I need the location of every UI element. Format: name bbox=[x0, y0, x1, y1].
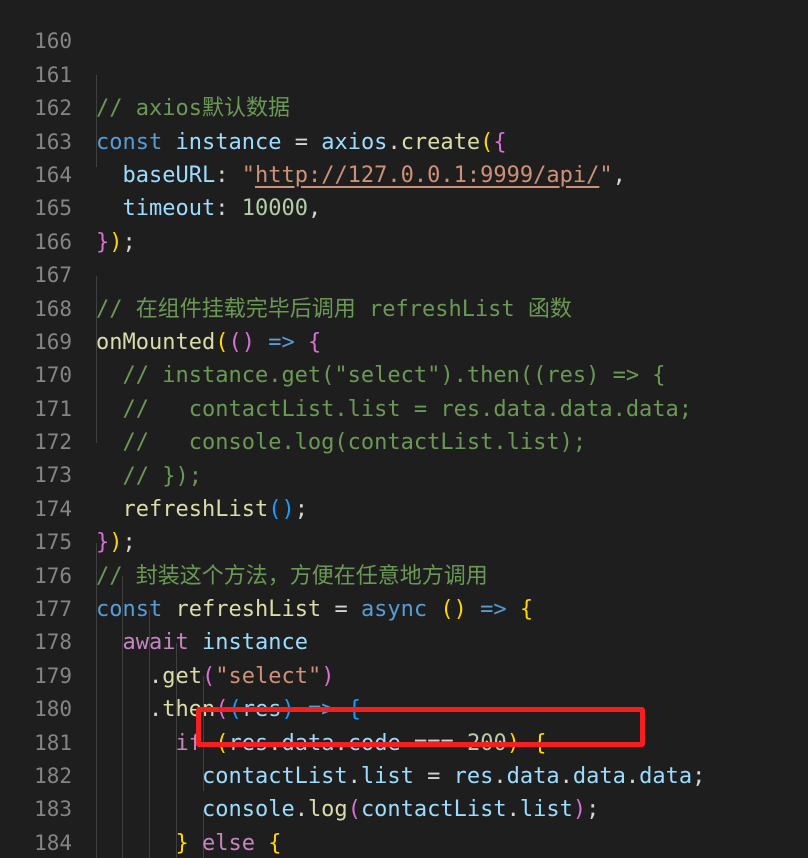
code-line[interactable]: 181 contactList.list = res.data.data.dat… bbox=[0, 693, 808, 789]
code-line[interactable]: 168 onMounted(() => { bbox=[0, 259, 808, 355]
code-line[interactable]: 176 const refreshList = async () => { bbox=[0, 526, 808, 622]
code-line[interactable]: 178 .get("select") bbox=[0, 593, 808, 688]
code-line[interactable]: 179 .then((res) => { bbox=[0, 626, 808, 722]
code-line-highlighted[interactable]: 182 console.log(contactList.list); bbox=[0, 727, 808, 822]
code-line[interactable]: 166 bbox=[0, 192, 808, 254]
code-line[interactable]: 171 // console.log(contactList.list); bbox=[0, 359, 808, 455]
code-line[interactable]: 175 // 封装这个方法，方便在任意地方调用 bbox=[0, 493, 808, 588]
code-line[interactable]: 174 }); bbox=[0, 459, 808, 555]
code-line[interactable]: 185 message: res.data.message, bbox=[0, 827, 808, 858]
code-line[interactable]: 173 refreshList(); bbox=[0, 426, 808, 521]
code-line[interactable]: 180 if (res.data.code === 200) { bbox=[0, 660, 808, 755]
code-line[interactable]: 163 baseURL: "http://127.0.0.1:9999/api/… bbox=[0, 92, 808, 188]
code-editor-viewport[interactable]: 160 161 // axios默认数据 162 const instance … bbox=[0, 0, 808, 858]
code-line[interactable]: 161 // axios默认数据 bbox=[0, 25, 808, 121]
code-line[interactable]: 160 bbox=[0, 0, 808, 53]
code-line[interactable]: 184 ElMessage({ bbox=[0, 793, 808, 855]
code-line[interactable]: 172 // }); bbox=[0, 393, 808, 488]
code-line[interactable]: 164 timeout: 10000, bbox=[0, 126, 808, 221]
code-line[interactable]: 165 }); bbox=[0, 159, 808, 254]
code-line[interactable]: 170 // contactList.list = res.data.data.… bbox=[0, 326, 808, 421]
code-lines[interactable]: 160 161 // axios默认数据 162 const instance … bbox=[0, 0, 808, 858]
code-line[interactable]: 167 // 在组件挂载完毕后调用 refreshList 函数 bbox=[0, 226, 808, 321]
code-line[interactable]: 177 await instance bbox=[0, 560, 808, 655]
code-line[interactable]: 169 // instance.get("select").then((res)… bbox=[0, 293, 808, 388]
code-line[interactable]: 162 const instance = axios.create({ bbox=[0, 59, 808, 154]
code-line[interactable]: 183 } else { bbox=[0, 760, 808, 855]
